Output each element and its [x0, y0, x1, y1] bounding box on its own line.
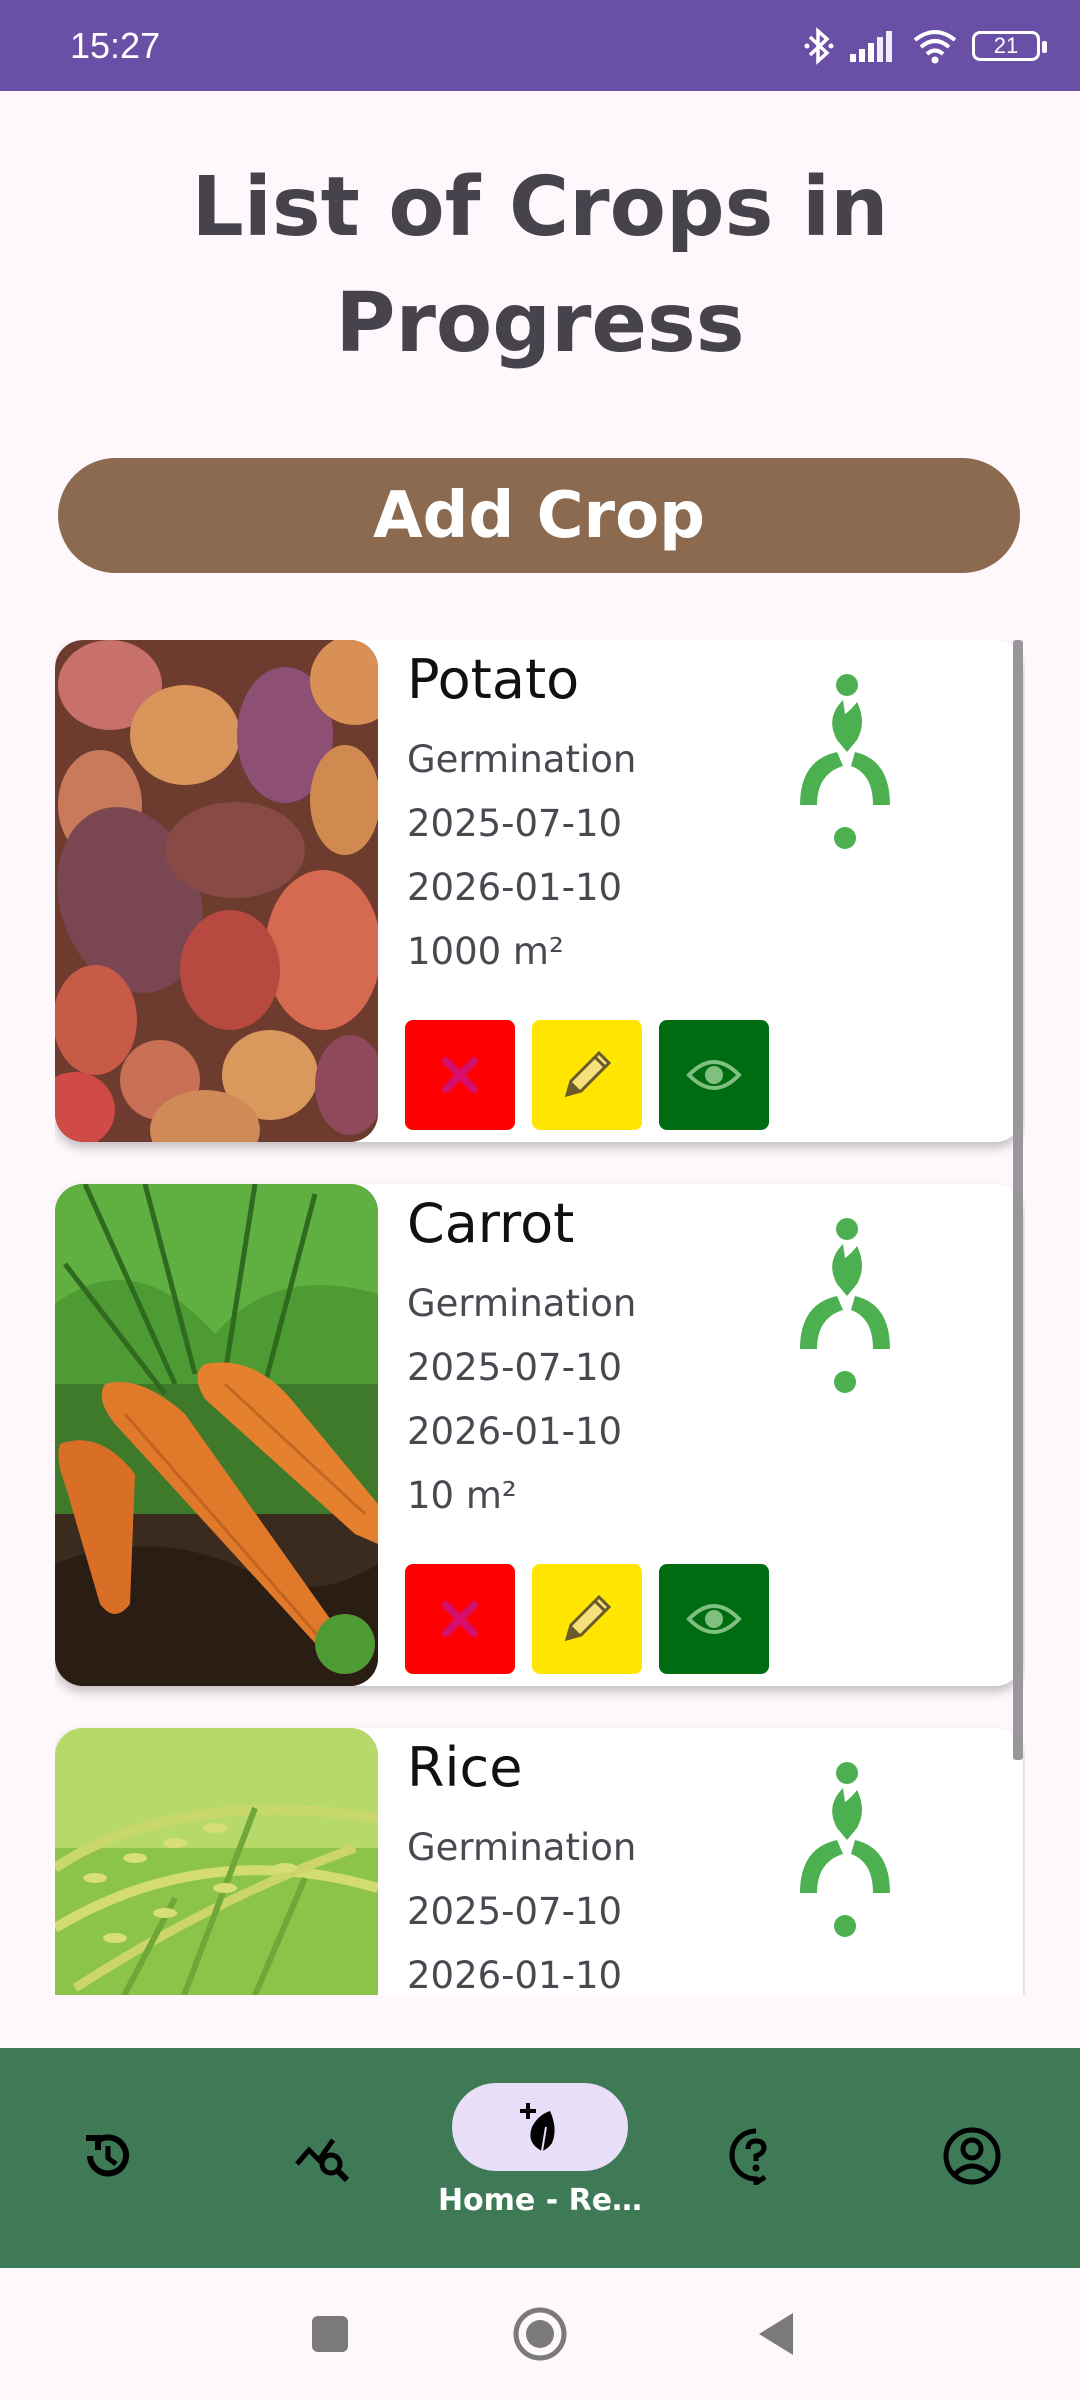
crop-image-rice: [55, 1728, 378, 1995]
home-button[interactable]: [480, 2268, 600, 2400]
germination-stage-icon: [800, 674, 890, 849]
delete-button[interactable]: [405, 1564, 515, 1674]
germination-stage-icon: [800, 1218, 890, 1393]
crop-card-rice[interactable]: Rice Germination 2025-07-10 2026-01-10: [55, 1728, 1023, 1995]
home-circle-icon: [513, 2307, 567, 2361]
close-icon: [442, 1601, 478, 1637]
germination-stage-icon: [800, 1762, 890, 1937]
square-icon: [312, 2316, 348, 2352]
battery-level: 21: [993, 32, 1019, 58]
edit-button[interactable]: [532, 1020, 642, 1130]
crop-stage: Germination: [407, 1282, 637, 1325]
history-icon: [86, 2134, 129, 2177]
scrollbar[interactable]: [1013, 640, 1023, 1760]
nav-item-home[interactable]: Home - Re…: [432, 2048, 648, 2268]
battery-icon: 21: [972, 30, 1047, 61]
nav-item-analytics[interactable]: [216, 2048, 432, 2268]
back-button[interactable]: [715, 2268, 835, 2400]
pencil-icon: [564, 1050, 612, 1098]
plant-add-icon: [520, 2103, 555, 2152]
status-icons: 21: [804, 26, 1047, 66]
eye-icon: [686, 1060, 742, 1090]
wifi-icon: [913, 29, 957, 63]
crop-area: 10 m²: [407, 1474, 517, 1517]
crop-image-potato: [55, 640, 378, 1142]
system-navigation-bar: [0, 2268, 1080, 2400]
crop-start-date: 2025-07-10: [407, 802, 623, 845]
crop-end-date: 2026-01-10: [407, 866, 623, 909]
back-triangle-icon: [759, 2313, 793, 2355]
crop-stage: Germination: [407, 1826, 637, 1869]
crop-name: Rice: [407, 1736, 523, 1799]
pencil-icon: [564, 1594, 612, 1642]
edit-button[interactable]: [532, 1564, 642, 1674]
crop-stage: Germination: [407, 738, 637, 781]
crop-card-potato[interactable]: Potato Germination 2025-07-10 2026-01-10…: [55, 640, 1023, 1142]
recents-button[interactable]: [270, 2268, 390, 2400]
close-icon: [442, 1057, 478, 1093]
crop-area: 1000 m²: [407, 930, 564, 973]
add-crop-button[interactable]: Add Crop: [58, 458, 1020, 573]
nav-item-account[interactable]: [864, 2048, 1080, 2268]
help-icon: [729, 2128, 767, 2185]
status-bar: 15:27 21: [0, 0, 1080, 91]
delete-button[interactable]: [405, 1020, 515, 1130]
eye-icon: [686, 1604, 742, 1634]
crop-start-date: 2025-07-10: [407, 1346, 623, 1389]
crop-end-date: 2026-01-10: [407, 1410, 623, 1453]
crop-end-date: 2026-01-10: [407, 1954, 623, 1995]
signal-icon: [850, 30, 892, 62]
view-button[interactable]: [659, 1020, 769, 1130]
chart-search-icon: [295, 2138, 350, 2183]
nav-item-help[interactable]: [648, 2048, 864, 2268]
bottom-navigation: Home - Re…: [0, 2048, 1080, 2268]
crop-start-date: 2025-07-10: [407, 1890, 623, 1933]
crop-name: Potato: [407, 648, 580, 711]
account-icon: [943, 2127, 1001, 2185]
view-button[interactable]: [659, 1564, 769, 1674]
bluetooth-icon: [804, 26, 834, 65]
crop-image-carrot: [55, 1184, 378, 1686]
crop-name: Carrot: [407, 1192, 575, 1255]
crop-card-carrot[interactable]: Carrot Germination 2025-07-10 2026-01-10…: [55, 1184, 1023, 1686]
crop-list[interactable]: Potato Germination 2025-07-10 2026-01-10…: [55, 640, 1025, 1995]
status-time: 15:27: [70, 24, 161, 66]
nav-item-history[interactable]: [0, 2048, 216, 2268]
page-title: List of Crops in Progress: [191, 160, 889, 371]
nav-label-home: Home - Re…: [437, 2183, 643, 2218]
